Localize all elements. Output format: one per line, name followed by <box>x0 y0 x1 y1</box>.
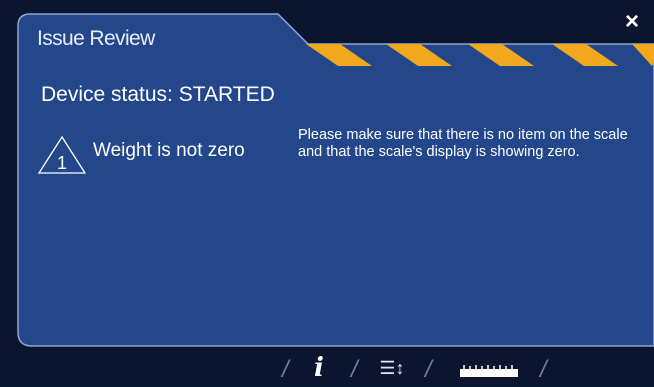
issue-number: 1 <box>57 153 67 173</box>
ruler-icon[interactable] <box>458 354 520 382</box>
sort-list-icon[interactable]: ☰↕ <box>379 354 405 382</box>
toolbar-separator: / <box>540 356 547 383</box>
issue-description: Please make sure that there is no item o… <box>298 127 628 160</box>
issue-title: Weight is not zero <box>93 140 245 161</box>
info-icon[interactable]: i <box>309 354 329 382</box>
bottom-toolbar: / i / ☰↕ / / <box>0 350 654 385</box>
toolbar-separator: / <box>351 356 358 383</box>
toolbar-separator: / <box>425 356 432 383</box>
issue-row: 1 Weight is not zero Please make sure th… <box>37 127 637 200</box>
toolbar-separator: / <box>282 356 289 383</box>
dialog-title: Issue Review <box>37 27 155 50</box>
device-status: Device status: STARTED <box>41 83 275 106</box>
close-icon[interactable]: × <box>618 8 646 36</box>
warning-triangle-icon: 1 <box>37 135 87 174</box>
